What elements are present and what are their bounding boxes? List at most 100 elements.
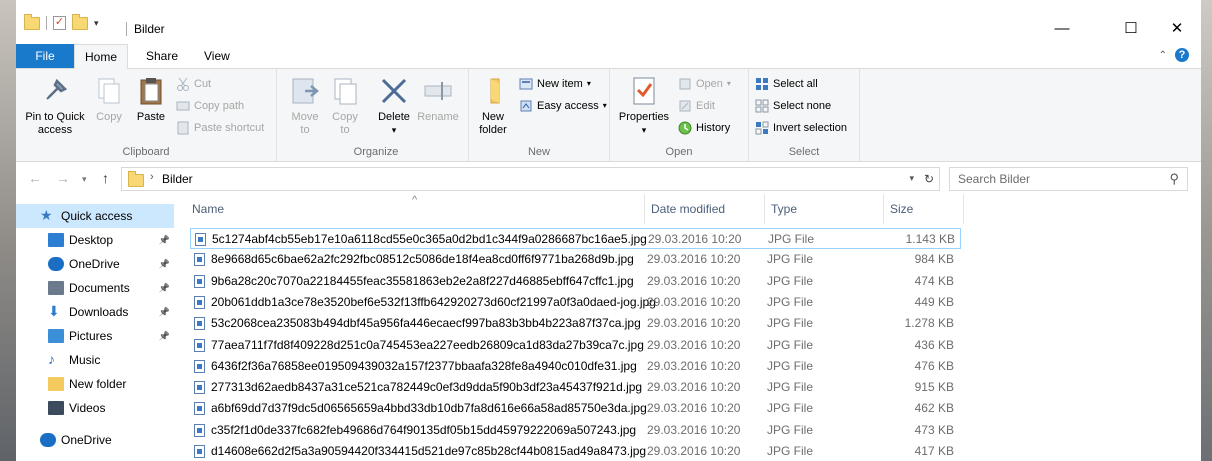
sidebar-item-new-folder[interactable]: New folder [16, 372, 174, 396]
copy-icon [93, 75, 125, 107]
open-group: Properties ▾ Open ▾ Edit History Open [610, 69, 749, 161]
invert-selection-icon [755, 121, 769, 135]
paste-shortcut-button[interactable]: Paste shortcut [176, 119, 264, 137]
sidebar-item-videos[interactable]: Videos [16, 396, 174, 420]
select-all-label: Select all [773, 78, 818, 90]
address-dropdown-icon[interactable]: ▾ [909, 173, 914, 184]
desktop-wallpaper-right [1201, 0, 1212, 461]
edit-button[interactable]: Edit [678, 97, 715, 115]
properties-qat-icon[interactable]: ✓ [53, 16, 66, 30]
sidebar-item-desktop[interactable]: Desktop 📌 [16, 228, 174, 252]
sidebar-item-pictures[interactable]: Pictures 📌 [16, 324, 174, 348]
close-button[interactable]: ✕ [1154, 14, 1200, 44]
address-bar[interactable]: › Bilder ▾ [121, 167, 921, 191]
minimize-button[interactable]: — [1039, 14, 1085, 44]
invert-selection-button[interactable]: Invert selection [755, 119, 847, 137]
file-row[interactable]: 5c1274abf4cb55eb17e10a6118cd55e0c365a0d2… [190, 228, 961, 249]
copy-path-button[interactable]: Copy path [176, 97, 244, 115]
videos-icon [48, 401, 64, 415]
copy-to-button[interactable]: Copy to [326, 75, 364, 137]
breadcrumb-bilder[interactable]: Bilder [162, 172, 193, 186]
maximize-button[interactable]: ☐ [1108, 14, 1154, 44]
file-name: 77aea711f7fd8f409228d251c0a745453ea227ee… [211, 337, 644, 352]
refresh-icon[interactable]: ↻ [919, 167, 940, 191]
properties-button[interactable]: Properties ▾ [616, 75, 672, 137]
music-icon: ♪ [48, 351, 55, 367]
column-header-date[interactable]: Date modified [645, 194, 765, 224]
file-row[interactable]: d14608e662d2f5a3a90594420f334415d521de97… [190, 441, 961, 461]
sidebar-item-label: OneDrive [69, 257, 120, 271]
cut-button[interactable]: Cut [176, 75, 211, 93]
file-name: 53c2068cea235083b494dbf45a956fa446ecaecf… [211, 316, 641, 331]
window-title: Bilder [134, 22, 165, 36]
file-type: JPG File [767, 252, 814, 267]
file-name: 9b6a28c20c7070a22184455feac35581863eb2e2… [211, 273, 634, 288]
file-date-modified: 29.03.2016 10:20 [647, 252, 741, 267]
easy-access-button[interactable]: Easy access ▾ [519, 97, 607, 115]
clipboard-group: Pin to Quick access Copy Paste Cut Copy … [16, 69, 277, 161]
properties-dropdown-icon: ▾ [641, 125, 647, 135]
recent-locations-dropdown-icon[interactable]: ▾ [82, 174, 87, 185]
ribbon-collapse-icon[interactable]: ⌃ [1159, 50, 1167, 61]
column-header-size[interactable]: Size [884, 194, 964, 224]
up-arrow-icon[interactable]: ↑ [102, 170, 109, 186]
forward-arrow-icon[interactable]: → [56, 170, 70, 186]
organize-group: Move to Copy to Delete ▾ Rename Organize [284, 69, 469, 161]
delete-button[interactable]: Delete ▾ [374, 75, 414, 137]
properties-icon [628, 75, 660, 107]
tab-share[interactable]: Share [134, 44, 190, 68]
breadcrumb-chevron-icon[interactable]: › [150, 171, 154, 183]
new-group-label: New [527, 146, 550, 158]
pin-icon: 📌 [158, 258, 170, 269]
paste-button[interactable]: Paste [132, 75, 170, 124]
sidebar-item-label: Pictures [69, 329, 113, 343]
copy-button[interactable]: Copy [92, 75, 126, 124]
file-row[interactable]: 77aea711f7fd8f409228d251c0a745453ea227ee… [190, 335, 961, 356]
file-row[interactable]: 20b061ddb1a3ce78e3520bef6e532f13ffb64292… [190, 292, 961, 313]
new-item-button[interactable]: New item ▾ [519, 75, 591, 93]
column-header-name[interactable]: Name [186, 194, 645, 224]
sidebar-item-downloads[interactable]: ⬇ Downloads 📌 [16, 300, 174, 324]
customize-qat-dropdown-icon[interactable]: ▾ [94, 18, 99, 29]
tab-home[interactable]: Home [74, 44, 128, 70]
file-row[interactable]: c35f2f1d0de337fc682feb49686d764f90135df0… [190, 420, 961, 441]
file-row[interactable]: 277313d62aedb8437a31ce521ca782449c0ef3d9… [190, 377, 961, 398]
sidebar-item-music[interactable]: ♪ Music [16, 348, 174, 372]
file-type: JPG File [767, 444, 814, 458]
sidebar-item-label: Desktop [69, 233, 114, 247]
file-row[interactable]: 53c2068cea235083b494dbf45a956fa446ecaecf… [190, 313, 961, 334]
pin-to-quick-access-button[interactable]: Pin to Quick access [20, 75, 90, 137]
sidebar-item-onedrive[interactable]: OneDrive 📌 [16, 252, 174, 276]
search-input[interactable]: Search Bilder ⚲ [949, 167, 1188, 191]
new-folder-button[interactable]: New folder [473, 75, 513, 137]
sidebar-item-quick-access[interactable]: ★ Quick access [16, 204, 174, 228]
file-date-modified: 29.03.2016 10:20 [647, 316, 741, 331]
sidebar-item-documents[interactable]: Documents 📌 [16, 276, 174, 300]
back-arrow-icon[interactable]: ← [28, 170, 42, 186]
rename-button[interactable]: Rename [416, 75, 460, 124]
open-button[interactable]: Open ▾ [678, 75, 731, 93]
select-none-button[interactable]: Select none [755, 97, 831, 115]
open-dropdown-icon: ▾ [726, 79, 731, 88]
file-row[interactable]: 6436f2f36a76858ee019509439032a157f2377bb… [190, 356, 961, 377]
tab-view[interactable]: View [192, 44, 242, 68]
select-all-button[interactable]: Select all [755, 75, 818, 93]
file-row[interactable]: a6bf69dd7d37f9dc5d06565659a4bbd33db10db7… [190, 398, 961, 419]
sidebar-item-label: Quick access [61, 209, 133, 223]
tab-file[interactable]: File [16, 44, 74, 68]
column-header-type[interactable]: Type [765, 194, 884, 224]
file-row[interactable]: 8e9668d65c6bae62a2fc292fbc08512c5086de18… [190, 249, 961, 270]
image-file-icon [194, 295, 205, 309]
easy-access-label: Easy access [537, 100, 599, 112]
file-date-modified: 29.03.2016 10:20 [647, 273, 741, 288]
move-to-button[interactable]: Move to [286, 75, 324, 137]
new-folder-qat-icon[interactable] [72, 13, 88, 30]
file-row[interactable]: 9b6a28c20c7070a22184455feac35581863eb2e2… [190, 271, 961, 292]
file-name: 277313d62aedb8437a31ce521ca782449c0ef3d9… [211, 380, 643, 395]
history-button[interactable]: History [678, 119, 730, 137]
history-icon [678, 121, 692, 135]
rename-icon [422, 75, 454, 107]
image-file-icon [194, 359, 205, 373]
help-icon[interactable]: ? [1175, 48, 1189, 62]
sidebar-item-onedrive[interactable]: OneDrive [16, 428, 174, 452]
